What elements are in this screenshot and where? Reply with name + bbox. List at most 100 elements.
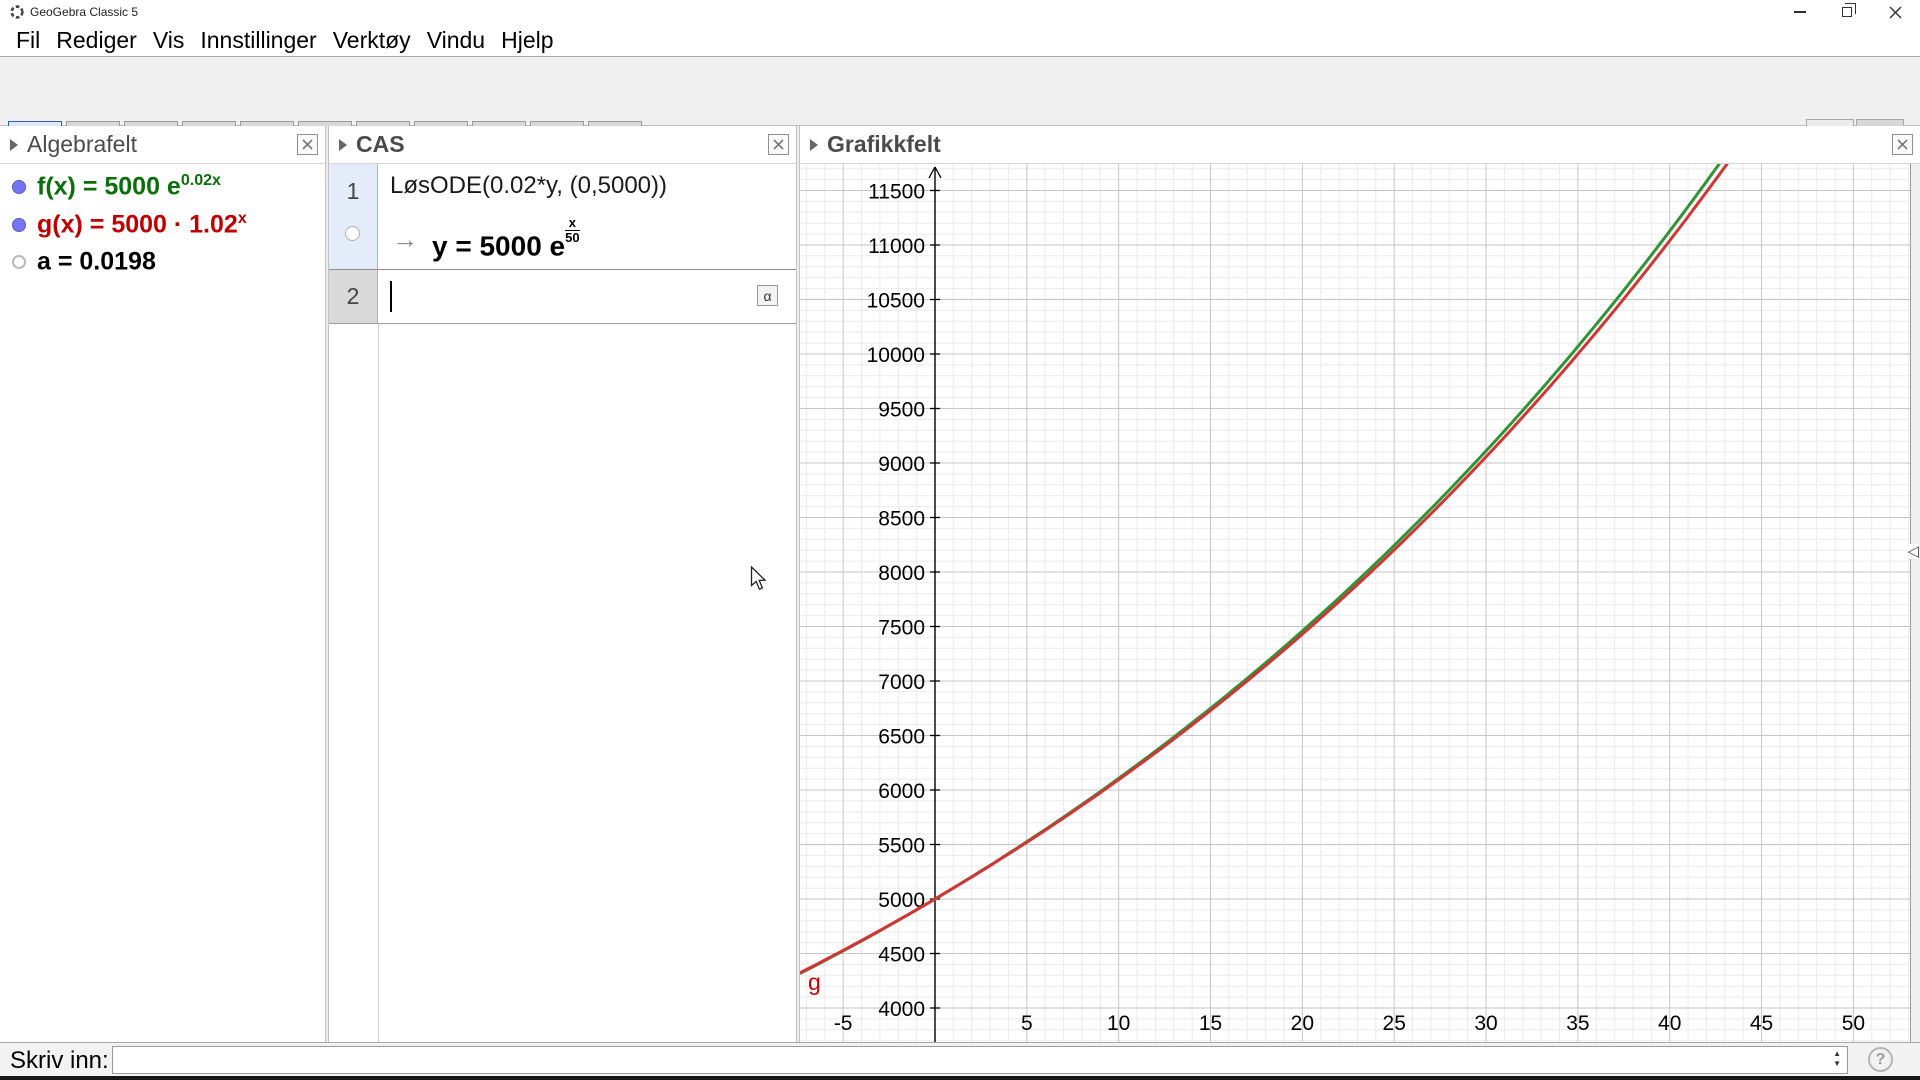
minimize-icon bbox=[1794, 11, 1806, 13]
svg-text:5500: 5500 bbox=[878, 835, 925, 858]
cas-view: CAS 1 LøsODE(0.02*y, (0,5000)) → y = 500… bbox=[329, 126, 796, 1042]
algebra-view: Algebrafelt f(x) = 5000 e0.02x g(x) = 50… bbox=[0, 126, 325, 1042]
close-window-button[interactable] bbox=[1872, 0, 1918, 24]
geogebra-window: GeoGebra Classic 5 Fil Rediger Vis Innst… bbox=[0, 0, 1920, 1080]
svg-text:9000: 9000 bbox=[878, 453, 925, 476]
algebra-expression-a: a = 0.0198 bbox=[37, 247, 156, 276]
algebra-title: Algebrafelt bbox=[27, 131, 137, 158]
panel-caret-icon[interactable] bbox=[10, 139, 18, 151]
graphics-canvas[interactable]: 4000450050005500600065007000750080008500… bbox=[800, 164, 1920, 1042]
svg-text:4500: 4500 bbox=[878, 944, 925, 967]
svg-text:50: 50 bbox=[1842, 1012, 1865, 1035]
visibility-toggle-icon[interactable] bbox=[12, 255, 26, 269]
svg-text:g: g bbox=[808, 969, 821, 995]
svg-text:20: 20 bbox=[1291, 1012, 1314, 1035]
svg-text:40: 40 bbox=[1658, 1012, 1681, 1035]
algebra-close-button[interactable] bbox=[297, 134, 318, 155]
algebra-item-a[interactable]: a = 0.0198 bbox=[0, 243, 325, 281]
spinner-down-icon: ▼ bbox=[1833, 1059, 1841, 1069]
cas-row-2-number-cell[interactable]: 2 bbox=[329, 270, 378, 323]
svg-text:45: 45 bbox=[1750, 1012, 1773, 1035]
cas-output: → y = 5000 ex50 bbox=[392, 216, 580, 263]
text-caret bbox=[390, 281, 392, 312]
collapse-panel-arrow-icon[interactable]: ◁ bbox=[1907, 544, 1919, 559]
graphics-view: Grafikkfelt 4000450050005500600065007000… bbox=[800, 126, 1920, 1042]
help-icon: ? bbox=[1868, 1047, 1893, 1072]
svg-text:4000: 4000 bbox=[878, 998, 925, 1021]
cas-row-number: 1 bbox=[329, 178, 377, 205]
input-help-button[interactable]: ? bbox=[1868, 1047, 1893, 1072]
svg-text:11500: 11500 bbox=[868, 181, 925, 204]
panel-caret-icon[interactable] bbox=[339, 139, 347, 151]
panel-caret-icon[interactable] bbox=[810, 139, 818, 151]
svg-text:9500: 9500 bbox=[878, 399, 925, 422]
right-gutter bbox=[1910, 164, 1920, 1042]
cas-row-2[interactable]: 2 α bbox=[329, 270, 796, 324]
svg-text:6500: 6500 bbox=[878, 726, 925, 749]
menu-vindu[interactable]: Vindu bbox=[419, 27, 493, 54]
svg-text:15: 15 bbox=[1199, 1012, 1222, 1035]
cas-row-1[interactable]: 1 LøsODE(0.02*y, (0,5000)) → y = 5000 ex… bbox=[329, 164, 796, 270]
menu-vis[interactable]: Vis bbox=[145, 27, 193, 54]
close-icon bbox=[1889, 6, 1902, 19]
menu-hjelp[interactable]: Hjelp bbox=[493, 27, 561, 54]
input-history-spinner[interactable]: ▲ ▼ bbox=[1833, 1049, 1841, 1068]
restore-icon bbox=[1842, 7, 1852, 17]
svg-text:5: 5 bbox=[1021, 1012, 1033, 1035]
cas-title: CAS bbox=[356, 131, 405, 158]
svg-text:10000: 10000 bbox=[867, 344, 925, 367]
input-label: Skriv inn: bbox=[10, 1047, 109, 1075]
cas-close-button[interactable] bbox=[768, 134, 789, 155]
menu-verktoy[interactable]: Verktøy bbox=[325, 27, 419, 54]
restore-button[interactable] bbox=[1824, 0, 1870, 24]
minimize-button[interactable] bbox=[1777, 0, 1823, 24]
visibility-toggle-icon[interactable] bbox=[12, 180, 26, 194]
close-icon bbox=[773, 139, 784, 150]
command-input[interactable] bbox=[117, 1047, 1817, 1073]
svg-text:11000: 11000 bbox=[868, 235, 925, 258]
svg-text:8500: 8500 bbox=[878, 508, 925, 531]
cas-row-1-content[interactable]: LøsODE(0.02*y, (0,5000)) → y = 5000 ex50 bbox=[378, 164, 796, 269]
cas-toolbar: = ≈ ✓ 15 3 • 5 (( )) 7 bbox=[0, 56, 1920, 126]
close-icon bbox=[1897, 139, 1908, 150]
window-title: GeoGebra Classic 5 bbox=[30, 5, 138, 19]
cas-plot-toggle-icon[interactable] bbox=[345, 226, 360, 241]
cas-row-1-number-cell[interactable]: 1 bbox=[329, 164, 378, 269]
svg-text:30: 30 bbox=[1474, 1012, 1497, 1035]
taskbar-edge bbox=[0, 1076, 1920, 1080]
cas-row-number: 2 bbox=[329, 283, 377, 310]
algebra-expression-f: f(x) = 5000 e0.02x bbox=[37, 172, 221, 201]
algebra-header: Algebrafelt bbox=[0, 126, 325, 164]
title-bar: GeoGebra Classic 5 bbox=[0, 0, 1920, 24]
menu-fil[interactable]: Fil bbox=[8, 27, 48, 54]
svg-text:6000: 6000 bbox=[878, 780, 925, 803]
graphics-close-button[interactable] bbox=[1892, 134, 1913, 155]
svg-text:7500: 7500 bbox=[878, 617, 925, 640]
input-bar: Skriv inn: ▲ ▼ ? bbox=[0, 1042, 1920, 1076]
close-icon bbox=[302, 139, 313, 150]
alpha-symbols-button[interactable]: α bbox=[757, 285, 778, 306]
menu-innstillinger[interactable]: Innstillinger bbox=[192, 27, 324, 54]
svg-text:10500: 10500 bbox=[867, 290, 925, 313]
cas-input-expression: LøsODE(0.02*y, (0,5000)) bbox=[390, 172, 667, 200]
algebra-expression-g: g(x) = 5000 · 1.02x bbox=[37, 210, 247, 239]
function-plot: 4000450050005500600065007000750080008500… bbox=[800, 164, 1910, 1042]
algebra-item-g[interactable]: g(x) = 5000 · 1.02x bbox=[0, 206, 325, 244]
svg-text:10: 10 bbox=[1107, 1012, 1130, 1035]
svg-text:8000: 8000 bbox=[878, 562, 925, 585]
graphics-title: Grafikkfelt bbox=[827, 131, 941, 158]
menu-rediger[interactable]: Rediger bbox=[48, 27, 145, 54]
geogebra-logo-icon bbox=[9, 4, 25, 20]
command-input-wrap: ▲ ▼ bbox=[112, 1046, 1848, 1074]
exponent-fraction: x50 bbox=[565, 216, 579, 244]
main-area: Algebrafelt f(x) = 5000 e0.02x g(x) = 50… bbox=[0, 126, 1920, 1042]
spinner-up-icon: ▲ bbox=[1833, 1049, 1841, 1059]
cas-header: CAS bbox=[329, 126, 796, 164]
visibility-toggle-icon[interactable] bbox=[12, 218, 26, 232]
svg-text:7000: 7000 bbox=[878, 671, 925, 694]
cas-output-expression: y = 5000 ex50 bbox=[432, 216, 580, 263]
svg-text:-5: -5 bbox=[834, 1012, 853, 1035]
cas-row-2-input-cell[interactable]: α bbox=[378, 270, 796, 323]
algebra-item-f[interactable]: f(x) = 5000 e0.02x bbox=[0, 168, 325, 206]
svg-text:35: 35 bbox=[1566, 1012, 1589, 1035]
